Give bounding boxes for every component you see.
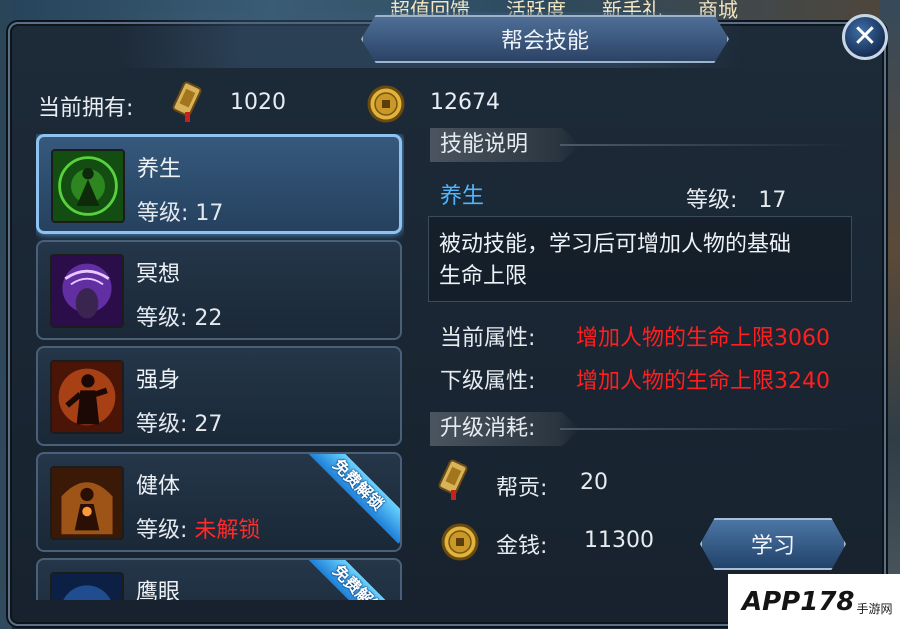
detail-skill-name: 养生 xyxy=(440,184,485,209)
strength-icon xyxy=(50,360,124,434)
skill-level-value: 27 xyxy=(194,412,223,437)
cost-gold-label: 金钱: xyxy=(496,534,548,559)
skill-card-yangsheng[interactable]: 养生 等级: 17 xyxy=(36,134,402,234)
contribution-token-icon xyxy=(438,459,468,500)
detail-level-label: 等级: xyxy=(686,188,738,213)
skill-description: 被动技能，学习后可增加人物的基础 生命上限 xyxy=(428,216,852,302)
contribution-token-icon xyxy=(172,81,202,122)
close-icon: ✕ xyxy=(852,19,878,54)
skill-level-label: 等级: xyxy=(136,306,188,331)
owned-contribution: 1020 xyxy=(230,90,286,115)
owned-gold: 12674 xyxy=(430,90,500,115)
panel-title: 帮会技能 xyxy=(361,15,729,63)
skill-level-value: 22 xyxy=(194,306,223,331)
cost-contribution-label: 帮贡: xyxy=(496,476,548,501)
cost-contribution-value: 20 xyxy=(580,470,608,495)
skill-level: 等级: 17 xyxy=(137,195,223,227)
skill-name: 冥想 xyxy=(136,262,181,287)
skill-level-value: 17 xyxy=(195,201,224,226)
skill-name: 健体 xyxy=(136,474,181,499)
watermark-main: APP178 xyxy=(742,586,855,617)
free-unlock-ribbon: 免费解锁 xyxy=(299,560,400,600)
detail-skill-level: 等级: 17 xyxy=(686,182,786,214)
skill-card-jianti[interactable]: 健体 等级: 未解锁 免费解锁 xyxy=(36,452,402,552)
skill-level-label: 等级: xyxy=(137,201,189,226)
title-bar: 帮会技能 xyxy=(115,12,743,68)
detail-level-value: 17 xyxy=(758,188,787,213)
skill-card-yingyan[interactable]: 鹰眼 免费解锁 xyxy=(36,558,402,600)
current-attr-label: 当前属性: xyxy=(440,326,536,351)
meditation-icon xyxy=(51,149,125,223)
skill-list[interactable]: 养生 等级: 17 冥想 等级: 22 强身 等级: 27 健体 等级: 未解锁… xyxy=(36,134,404,600)
divider xyxy=(560,428,850,430)
watermark-sub: 手游网 xyxy=(856,602,893,616)
skill-name: 养生 xyxy=(137,157,182,182)
skill-card-qiangshen[interactable]: 强身 等级: 27 xyxy=(36,346,402,446)
skill-level-value: 未解锁 xyxy=(194,518,261,543)
skill-name: 强身 xyxy=(136,368,181,393)
skill-level: 等级: 27 xyxy=(136,406,222,438)
gold-coin-icon xyxy=(367,85,405,123)
cost-gold-value: 11300 xyxy=(584,528,654,553)
skill-level: 等级: 未解锁 xyxy=(136,512,260,544)
skill-level-label: 等级: xyxy=(136,412,188,437)
watermark-logo: APP178 手游网 xyxy=(728,574,900,629)
gold-coin-icon xyxy=(441,523,479,561)
owned-label: 当前拥有: xyxy=(38,96,134,121)
current-attr-value: 增加人物的生命上限3060 xyxy=(576,326,830,351)
next-attr-label: 下级属性: xyxy=(440,369,536,394)
skill-level-label: 等级: xyxy=(136,518,188,543)
free-unlock-ribbon: 免费解锁 xyxy=(299,454,400,544)
skill-name: 鹰眼 xyxy=(136,580,181,600)
mind-icon xyxy=(50,254,124,328)
skill-desc-header: 技能说明 xyxy=(430,128,580,162)
upgrade-cost-header: 升级消耗: xyxy=(430,412,580,446)
skill-card-mingxiang[interactable]: 冥想 等级: 22 xyxy=(36,240,402,340)
close-button[interactable]: ✕ xyxy=(842,14,888,60)
next-attr-value: 增加人物的生命上限3240 xyxy=(576,369,830,394)
learn-button[interactable]: 学习 xyxy=(700,518,846,570)
description-line: 被动技能，学习后可增加人物的基础 xyxy=(439,232,792,257)
skill-level: 等级: 22 xyxy=(136,300,222,332)
description-line: 生命上限 xyxy=(439,264,528,289)
divider xyxy=(560,144,850,146)
eye-icon xyxy=(50,572,124,600)
body-icon xyxy=(50,466,124,540)
